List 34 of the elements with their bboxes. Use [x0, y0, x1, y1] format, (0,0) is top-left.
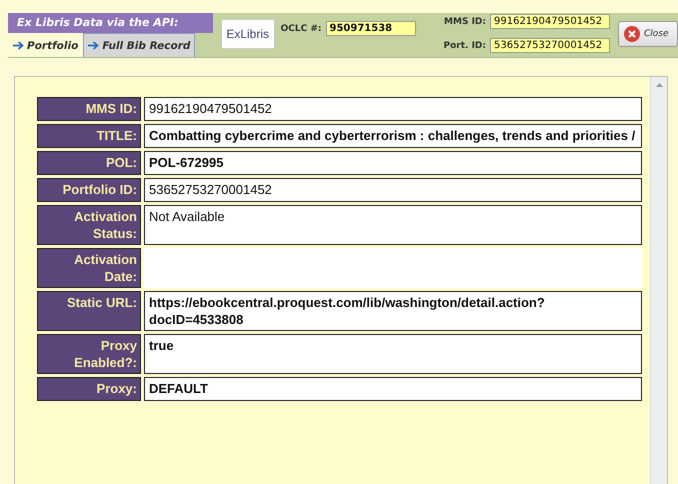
field-label: Proxy:	[37, 377, 141, 401]
tab-label: Full Bib Record	[102, 40, 190, 52]
field-label: Proxy Enabled?:	[37, 334, 141, 374]
field-label: Activation Date:	[37, 248, 141, 288]
field-value: DEFAULT	[144, 377, 642, 401]
field-value: POL-672995	[144, 151, 642, 175]
field-label: OCLC #:	[280, 24, 322, 34]
field-value: 99162190479501452	[144, 97, 642, 121]
field-value: 53652753270001452	[144, 178, 642, 202]
field-label: Activation Status:	[37, 205, 141, 245]
arrow-icon	[88, 41, 100, 50]
field-value: Combatting cybercrime and cyberterrorism : challenges, trends and priorities /	[144, 124, 642, 148]
scroll-up-icon[interactable]	[656, 83, 662, 87]
input-field[interactable]: 99162190479501452	[490, 14, 610, 29]
input-field[interactable]: 53652753270001452	[490, 38, 610, 53]
field-label: TITLE:	[37, 124, 141, 148]
tab-label: Portfolio	[27, 40, 78, 52]
arrow-icon	[13, 41, 24, 50]
logo: ExLibris	[220, 19, 275, 49]
field-label: Port. ID:	[444, 40, 486, 50]
field-label: MMS ID:	[444, 16, 486, 26]
field-value: true	[144, 334, 642, 374]
tab[interactable]: Full Bib Record	[83, 33, 196, 57]
close-button[interactable]: Close	[618, 21, 678, 47]
header-title: Ex Libris Data via the API:	[8, 13, 213, 33]
field-label: POL:	[37, 151, 141, 175]
tab[interactable]: Portfolio	[8, 33, 84, 57]
close-icon	[624, 26, 640, 42]
field-value: Not Available	[144, 205, 642, 245]
field-value: https://ebookcentral.proquest.com/lib/washington/detail.action?docID=4533808	[144, 291, 642, 331]
field-label: MMS ID:	[37, 97, 141, 121]
input-field[interactable]: 950971538	[326, 21, 416, 36]
field-label: Portfolio ID:	[37, 178, 141, 202]
field-label: Static URL:	[37, 291, 141, 331]
